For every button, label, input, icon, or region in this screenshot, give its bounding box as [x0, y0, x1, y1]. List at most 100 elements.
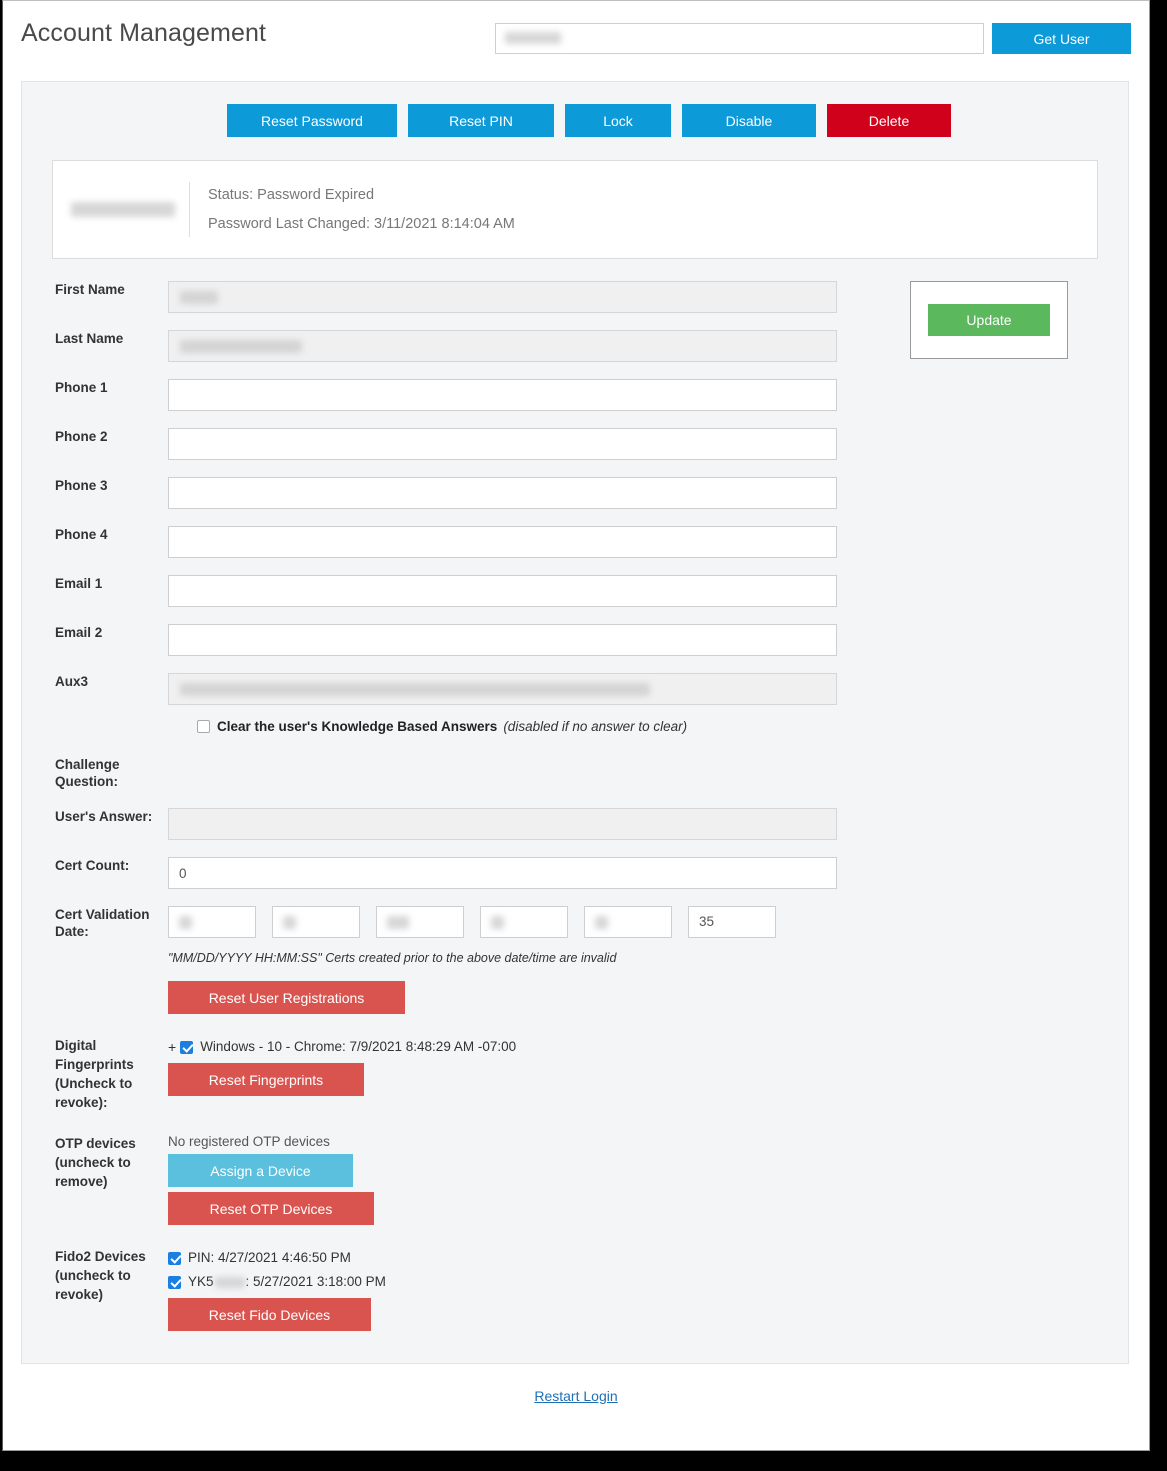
fido2-key-suffix: : 5/27/2021 3:18:00 PM	[246, 1271, 386, 1293]
account-panel: Reset Password Reset PIN Lock Disable De…	[21, 81, 1129, 1364]
email-1-input[interactable]	[168, 575, 837, 607]
phone-4-input[interactable]	[168, 526, 837, 558]
fido2-key-checkbox[interactable]	[168, 1276, 181, 1289]
field-row-cert-validation-date: Cert Validation Date:	[22, 906, 1128, 1014]
page-title: Account Management	[21, 19, 266, 48]
redacted-cert-year-value	[387, 916, 409, 929]
field-row-phone-4: Phone 4	[22, 526, 1128, 558]
fido2-pin-checkbox[interactable]	[168, 1252, 181, 1265]
section-fido2-devices: Fido2 Devices (uncheck to revoke) PIN: 4…	[22, 1247, 1128, 1331]
clear-kba-label: Clear the user's Knowledge Based Answers	[217, 719, 497, 734]
cert-validation-date-inputs: 35	[168, 906, 1128, 938]
fingerprint-checkbox[interactable]	[180, 1041, 193, 1054]
fido2-list-item: YK5 : 5/27/2021 3:18:00 PM	[168, 1271, 1128, 1293]
field-row-phone-3: Phone 3	[22, 477, 1128, 509]
section-digital-fingerprints: Digital Fingerprints (Uncheck to revoke)…	[22, 1036, 1128, 1112]
field-row-email-2: Email 2	[22, 624, 1128, 656]
update-button-box: Update	[910, 281, 1068, 359]
status-text: Status: Password Expired	[208, 181, 515, 210]
field-row-users-answer: User's Answer:	[22, 808, 1128, 840]
redacted-cert-hour-value	[491, 916, 504, 929]
restart-login-link[interactable]: Restart Login	[534, 1388, 617, 1404]
cert-validation-month-input[interactable]	[168, 906, 256, 938]
reset-password-button[interactable]: Reset Password	[227, 104, 397, 137]
redacted-first-name-value	[180, 291, 218, 304]
phone-1-label: Phone 1	[22, 379, 168, 396]
cert-validation-day-input[interactable]	[272, 906, 360, 938]
redacted-cert-day-value	[283, 916, 296, 929]
phone-4-label: Phone 4	[22, 526, 168, 543]
clear-kba-row: Clear the user's Knowledge Based Answers…	[197, 719, 1128, 734]
otp-empty-text: No registered OTP devices	[168, 1134, 1128, 1149]
delete-button[interactable]: Delete	[827, 104, 951, 137]
reset-fido-devices-button[interactable]: Reset Fido Devices	[168, 1298, 371, 1331]
cert-validation-second-value: 35	[699, 914, 714, 929]
phone-2-label: Phone 2	[22, 428, 168, 445]
field-row-aux3: Aux3	[22, 673, 1128, 705]
cert-count-label: Cert Count:	[22, 857, 168, 874]
cert-count-input[interactable]	[168, 857, 837, 889]
screenshot-root: Account Management Get User Reset Passwo…	[0, 0, 1167, 1471]
users-answer-label: User's Answer:	[22, 808, 168, 825]
cert-validation-minute-input[interactable]	[584, 906, 672, 938]
first-name-label: First Name	[22, 281, 168, 298]
reset-user-registrations-button[interactable]: Reset User Registrations	[168, 981, 405, 1014]
cert-validation-second-input[interactable]: 35	[688, 906, 776, 938]
reset-pin-button[interactable]: Reset PIN	[408, 104, 554, 137]
phone-3-input[interactable]	[168, 477, 837, 509]
fido2-key-prefix: YK5	[188, 1271, 214, 1293]
redacted-last-name-value	[180, 340, 302, 353]
email-1-label: Email 1	[22, 575, 168, 592]
account-actions-toolbar: Reset Password Reset PIN Lock Disable De…	[22, 82, 1128, 137]
field-row-cert-count: Cert Count:	[22, 857, 1128, 889]
account-form: Update First Name Last Name	[22, 281, 1128, 1331]
fingerprint-text: Windows - 10 - Chrome: 7/9/2021 8:48:29 …	[200, 1036, 516, 1058]
status-username	[53, 202, 189, 217]
user-status-card: Status: Password Expired Password Last C…	[52, 160, 1098, 259]
app-page: Account Management Get User Reset Passwo…	[2, 0, 1150, 1451]
users-answer-input[interactable]	[168, 808, 837, 840]
field-row-challenge-question: Challenge Question:	[22, 756, 1128, 790]
assign-a-device-button[interactable]: Assign a Device	[168, 1154, 353, 1187]
cert-validation-date-label: Cert Validation Date:	[22, 906, 168, 940]
password-last-changed-text: Password Last Changed: 3/11/2021 8:14:04…	[208, 210, 515, 239]
reset-otp-devices-button[interactable]: Reset OTP Devices	[168, 1192, 374, 1225]
get-user-button[interactable]: Get User	[992, 23, 1131, 54]
field-row-phone-2: Phone 2	[22, 428, 1128, 460]
challenge-question-label: Challenge Question:	[22, 756, 168, 790]
status-details: Status: Password Expired Password Last C…	[190, 181, 515, 239]
email-2-label: Email 2	[22, 624, 168, 641]
field-row-email-1: Email 1	[22, 575, 1128, 607]
email-2-input[interactable]	[168, 624, 837, 656]
clear-kba-checkbox[interactable]	[197, 720, 210, 733]
fido2-list-item: PIN: 4/27/2021 4:46:50 PM	[168, 1247, 1128, 1269]
fido2-devices-label: Fido2 Devices (uncheck to revoke)	[22, 1247, 168, 1304]
phone-3-label: Phone 3	[22, 477, 168, 494]
user-search-area: Get User	[495, 23, 1131, 54]
cert-validation-hint: "MM/DD/YYYY HH:MM:SS" Certs created prio…	[168, 951, 1128, 965]
page-footer: Restart Login	[3, 1388, 1149, 1428]
redacted-username-value	[505, 32, 561, 44]
otp-devices-label: OTP devices (uncheck to remove)	[22, 1134, 168, 1191]
disable-button[interactable]: Disable	[682, 104, 816, 137]
reset-fingerprints-button[interactable]: Reset Fingerprints	[168, 1063, 364, 1096]
digital-fingerprints-label: Digital Fingerprints (Uncheck to revoke)…	[22, 1036, 168, 1112]
redacted-username-label	[71, 202, 175, 217]
fido2-pin-text: PIN: 4/27/2021 4:46:50 PM	[188, 1247, 351, 1269]
phone-1-input[interactable]	[168, 379, 837, 411]
phone-2-input[interactable]	[168, 428, 837, 460]
cert-validation-hour-input[interactable]	[480, 906, 568, 938]
redacted-cert-minute-value	[595, 916, 608, 929]
redacted-aux3-value	[180, 683, 650, 696]
field-row-phone-1: Phone 1	[22, 379, 1128, 411]
clear-kba-hint: (disabled if no answer to clear)	[503, 719, 687, 734]
update-button[interactable]: Update	[928, 304, 1050, 336]
last-name-label: Last Name	[22, 330, 168, 347]
lock-button[interactable]: Lock	[565, 104, 671, 137]
expand-fingerprint-icon[interactable]: +	[168, 1036, 176, 1058]
cert-validation-year-input[interactable]	[376, 906, 464, 938]
user-search-input[interactable]	[495, 23, 984, 54]
app-header: Account Management Get User	[3, 1, 1149, 69]
first-name-input[interactable]	[168, 281, 837, 313]
aux3-label: Aux3	[22, 673, 168, 690]
